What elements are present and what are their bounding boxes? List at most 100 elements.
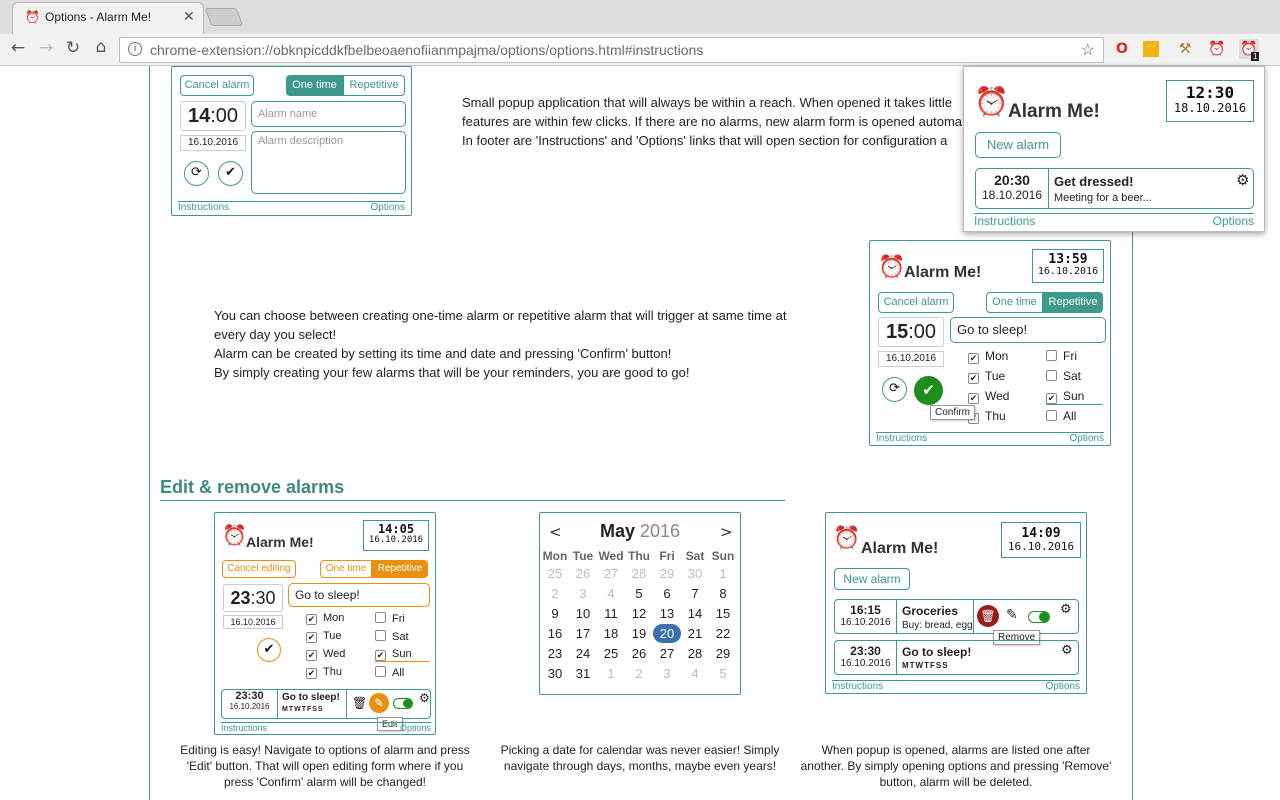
cancel-alarm-button[interactable]: Cancel alarm (180, 75, 254, 96)
options-link[interactable]: Options (1046, 681, 1080, 692)
alarm-item[interactable]: 20:30 18.10.2016 Get dressed! Meeting fo… (975, 168, 1254, 209)
day-cell[interactable]: 5 (625, 583, 653, 603)
day-wed[interactable]: ✔ Wed (306, 648, 345, 661)
day-sat[interactable]: Sat (1046, 369, 1081, 383)
date-input[interactable]: 16.10.2016 (223, 615, 283, 629)
day-all[interactable]: All (1046, 409, 1076, 423)
day-cell[interactable]: 6 (653, 583, 681, 603)
time-input[interactable]: 23:30 (223, 584, 283, 612)
one-time-button[interactable]: One time (320, 560, 372, 578)
back-icon[interactable]: ← (8, 38, 28, 58)
cancel-alarm-button[interactable]: Cancel alarm (878, 292, 954, 313)
day-sun[interactable]: ✔ Sun (1046, 389, 1102, 405)
toggle-switch[interactable] (393, 698, 413, 709)
time-input[interactable]: 14:00 (180, 101, 246, 131)
alarm-item[interactable]: 16:15 16.10.2016 Groceries Buy: bread, e… (834, 599, 1079, 634)
instructions-link[interactable]: Instructions (178, 202, 229, 213)
forward-icon[interactable]: → (36, 38, 56, 58)
year-label[interactable]: 2016 (640, 521, 680, 541)
day-cell[interactable]: 3 (653, 663, 681, 683)
gear-icon[interactable]: ⚙ (1060, 602, 1072, 617)
one-time-button[interactable]: One time (286, 75, 343, 96)
day-cell[interactable]: 13 (653, 603, 681, 623)
new-alarm-button[interactable]: New alarm (834, 568, 910, 590)
day-cell[interactable]: 30 (541, 663, 569, 683)
day-cell[interactable]: 21 (681, 623, 709, 643)
day-fri[interactable]: Fri (1046, 349, 1077, 363)
day-cell[interactable]: 2 (625, 663, 653, 683)
day-cell[interactable]: 29 (653, 563, 681, 583)
edit-icon[interactable]: ✎ (1006, 607, 1018, 623)
new-alarm-button[interactable]: New alarm (975, 132, 1061, 158)
day-cell[interactable]: 25 (541, 563, 569, 583)
day-cell[interactable]: 27 (597, 563, 625, 583)
confirm-icon[interactable]: ✔ (914, 376, 943, 405)
day-sun[interactable]: ✔ Sun (375, 648, 429, 662)
date-input[interactable]: 16.10.2016 (878, 351, 944, 367)
day-cell[interactable]: 28 (625, 563, 653, 583)
day-cell[interactable]: 5 (709, 663, 737, 683)
day-cell[interactable]: 4 (597, 583, 625, 603)
repetitive-button[interactable]: Repetitive (343, 75, 405, 96)
options-link[interactable]: Options (1213, 214, 1254, 228)
day-cell[interactable]: 17 (569, 623, 597, 643)
alarm-name-input[interactable]: Go to sleep! (288, 583, 430, 607)
day-cell[interactable]: 18 (597, 623, 625, 643)
alarm-name-input[interactable]: Go to sleep! (950, 317, 1106, 343)
day-all[interactable]: All (375, 666, 404, 679)
day-cell[interactable]: 11 (597, 603, 625, 623)
day-tue[interactable]: ✔ Tue (306, 630, 342, 643)
options-link[interactable]: Options (400, 723, 431, 733)
day-cell[interactable]: 22 (709, 623, 737, 643)
day-cell[interactable]: 20 (653, 623, 681, 643)
hammer-icon[interactable]: ⚒ (1175, 39, 1195, 59)
day-wed[interactable]: ✔ Wed (968, 389, 1009, 404)
next-month-icon[interactable]: > (720, 523, 733, 541)
day-cell[interactable]: 28 (681, 643, 709, 663)
edit-icon[interactable]: ✎ (369, 693, 389, 713)
instructions-link[interactable]: Instructions (832, 681, 883, 692)
home-icon[interactable]: ⌂ (91, 37, 111, 57)
day-cell[interactable]: 1 (709, 563, 737, 583)
info-icon[interactable]: i (128, 42, 142, 56)
day-thu[interactable]: ✔ Thu (306, 666, 342, 679)
trash-icon[interactable]: 🗑 (352, 696, 367, 710)
day-tue[interactable]: ✔ Tue (968, 369, 1005, 384)
day-cell[interactable]: 15 (709, 603, 737, 623)
day-cell[interactable]: 19 (625, 623, 653, 643)
day-cell[interactable]: 9 (541, 603, 569, 623)
gear-icon[interactable]: ⚙ (1061, 643, 1073, 658)
toggle-switch[interactable] (1028, 611, 1050, 623)
extension-icon[interactable]: ··· (1143, 41, 1159, 57)
day-cell[interactable]: 26 (625, 643, 653, 663)
gear-icon[interactable]: ⚙ (1236, 171, 1249, 189)
alarm-item[interactable]: 23:30 16.10.2016 Go to sleep! MTWTFSS ⚙ (834, 640, 1079, 675)
day-cell[interactable]: 12 (625, 603, 653, 623)
day-sat[interactable]: Sat (375, 630, 409, 643)
one-time-button[interactable]: One time (986, 292, 1043, 313)
instructions-link[interactable]: Instructions (876, 433, 927, 444)
cancel-editing-button[interactable]: Cancel editing (222, 560, 296, 578)
day-cell[interactable]: 24 (569, 643, 597, 663)
day-mon[interactable]: ✔ Mon (968, 349, 1008, 364)
opera-icon[interactable]: O (1112, 39, 1132, 59)
day-cell[interactable]: 3 (569, 583, 597, 603)
instructions-link[interactable]: Instructions (221, 723, 267, 733)
alarm-clock-icon[interactable]: ⏰ (1207, 39, 1227, 59)
close-tab-icon[interactable]: ✕ (183, 8, 195, 25)
confirm-icon[interactable]: ✔ (257, 638, 281, 662)
day-cell[interactable]: 4 (681, 663, 709, 683)
address-bar[interactable]: i chrome-extension://obknpicddkfbelbeoae… (119, 37, 1104, 63)
gear-icon[interactable]: ⚙ (419, 691, 430, 705)
instructions-link[interactable]: Instructions (974, 214, 1035, 228)
repetitive-button[interactable]: Repetitive (372, 560, 428, 578)
repetitive-button[interactable]: Repetitive (1043, 292, 1103, 313)
day-cell[interactable]: 2 (541, 583, 569, 603)
date-input[interactable]: 16.10.2016 (180, 135, 246, 151)
day-cell[interactable]: 16 (541, 623, 569, 643)
day-fri[interactable]: Fri (375, 612, 405, 625)
star-icon[interactable]: ☆ (1081, 40, 1095, 60)
day-cell[interactable]: 7 (681, 583, 709, 603)
day-cell[interactable]: 31 (569, 663, 597, 683)
day-cell[interactable]: 27 (653, 643, 681, 663)
